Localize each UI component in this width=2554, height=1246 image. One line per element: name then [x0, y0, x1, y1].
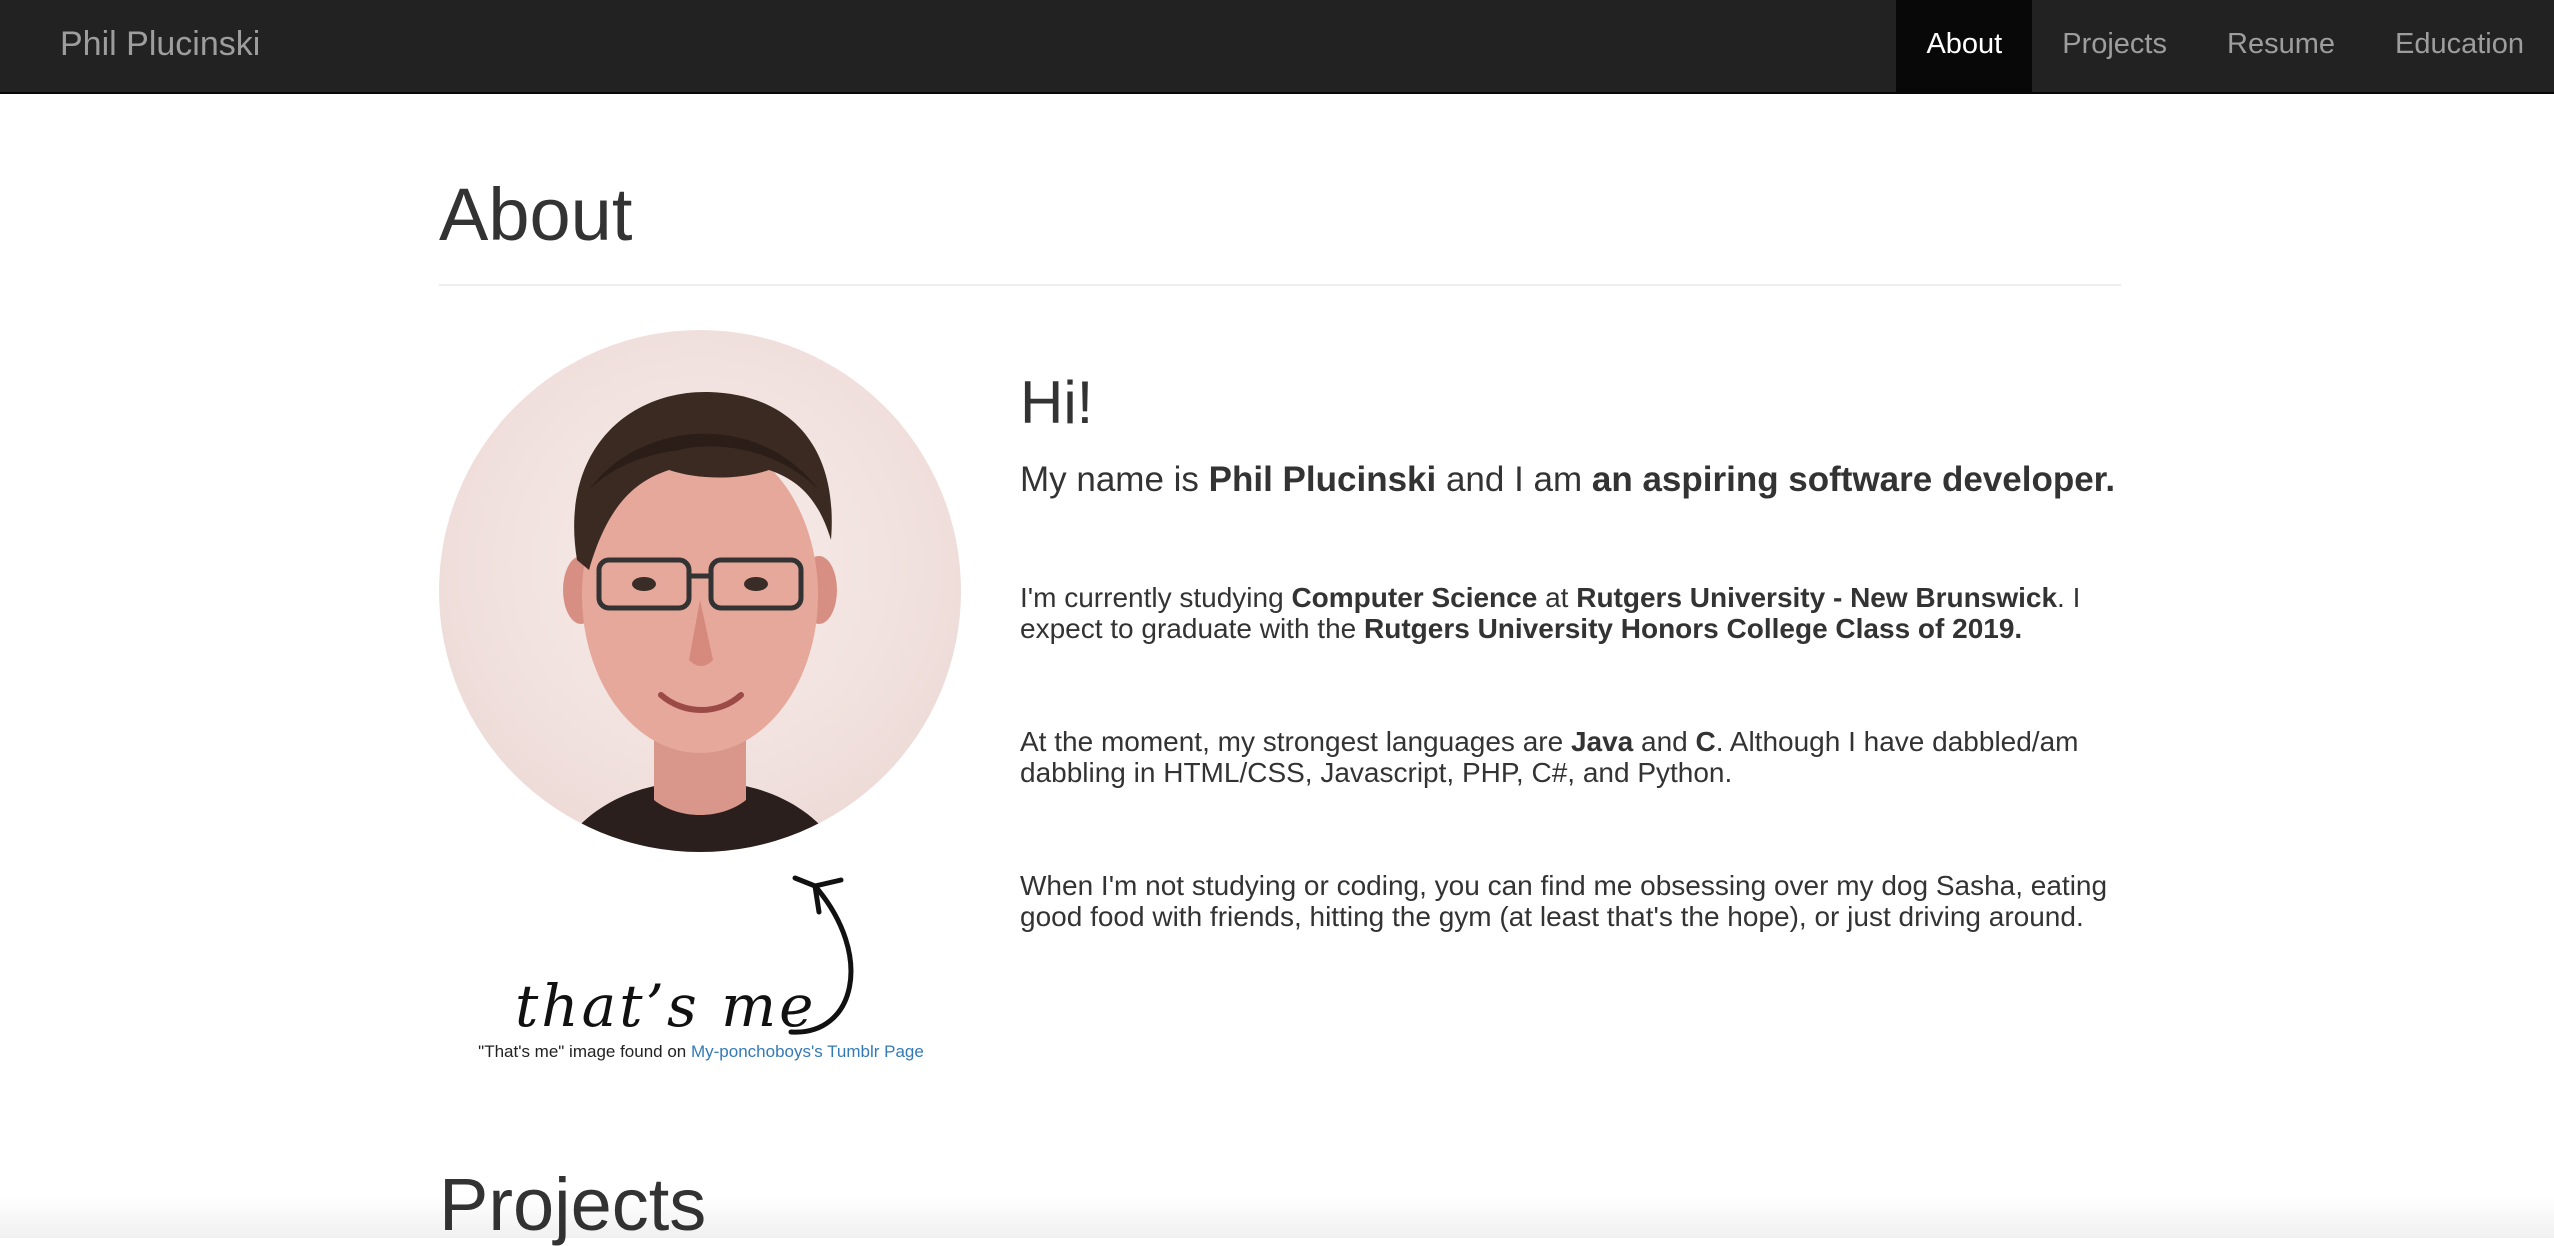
nav-item-projects[interactable]: Projects — [2032, 0, 2197, 92]
portrait-illustration — [559, 391, 841, 852]
nav-item-resume[interactable]: Resume — [2197, 0, 2365, 92]
top-navbar: Phil Plucinski About Projects Resume Edu… — [0, 0, 2554, 94]
scroll-shadow — [0, 1196, 2554, 1238]
bio-column: Hi! My name is Phil Plucinski and I am a… — [1020, 369, 2121, 933]
thats-me-annotation: that’s me — [515, 866, 915, 1046]
nav-item-education[interactable]: Education — [2365, 0, 2554, 92]
brand-link[interactable]: Phil Plucinski — [60, 0, 260, 92]
thats-me-label: that’s me — [515, 972, 817, 1040]
languages-paragraph: At the moment, my strongest languages ar… — [1020, 726, 2079, 788]
credit-link[interactable]: My-ponchoboys's Tumblr Page — [691, 1042, 924, 1061]
profile-photo — [439, 330, 961, 852]
photo-column: that’s me "That's me" image found on My-… — [439, 330, 963, 1061]
greeting-heading: Hi! — [1020, 369, 1094, 436]
intro-text: My name is Phil Plucinski and I am an as… — [1020, 460, 2116, 499]
about-section: About that’s me "That's me" image found … — [439, 94, 2121, 1242]
study-paragraph: I'm currently studying Computer Science … — [1020, 582, 2081, 644]
image-credit: "That's me" image found on My-ponchoboys… — [439, 1042, 963, 1062]
heading-divider — [439, 284, 2121, 286]
credit-text: "That's me" image found on — [478, 1042, 691, 1061]
nav-item-about[interactable]: About — [1896, 0, 2033, 92]
nav-menu: About Projects Resume Education — [1896, 0, 2554, 92]
about-heading: About — [439, 173, 633, 256]
hobbies-paragraph: When I'm not studying or coding, you can… — [1020, 870, 2108, 932]
projects-heading: Projects — [439, 1163, 707, 1246]
